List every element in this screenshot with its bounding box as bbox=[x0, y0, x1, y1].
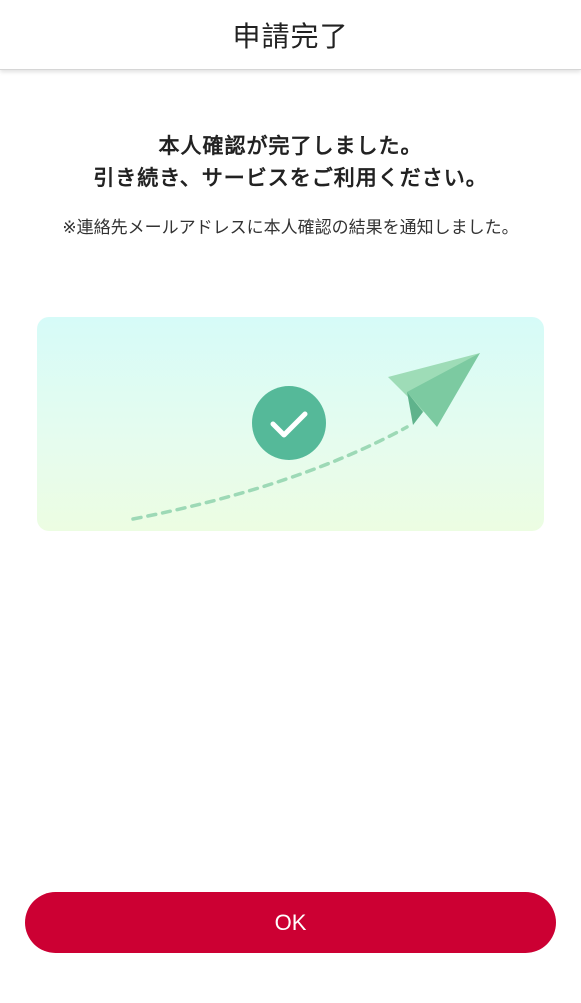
ok-button[interactable]: OK bbox=[25, 892, 556, 953]
completion-message-line1: 本人確認が完了しました。 bbox=[158, 134, 423, 158]
paper-plane-icon bbox=[388, 353, 480, 427]
app-header: 申請完了 bbox=[0, 0, 581, 70]
page-title: 申請完了 bbox=[232, 19, 349, 53]
completion-message-line2: 引き続き、サービスをご利用ください。 bbox=[93, 166, 488, 190]
completion-illustration bbox=[37, 317, 544, 531]
completion-illustration-graphic bbox=[131, 353, 480, 521]
check-circle-icon bbox=[252, 386, 326, 460]
screen: 申請完了 本人確認が完了しました。 引き続き、サービスをご利用ください。 ※連絡… bbox=[0, 0, 581, 1003]
email-notification-note: ※連絡先メールアドレスに本人確認の結果を通知しました。 bbox=[62, 218, 519, 238]
ok-button-label: OK bbox=[274, 909, 307, 935]
completion-message: 本人確認が完了しました。 引き続き、サービスをご利用ください。 bbox=[0, 130, 581, 194]
